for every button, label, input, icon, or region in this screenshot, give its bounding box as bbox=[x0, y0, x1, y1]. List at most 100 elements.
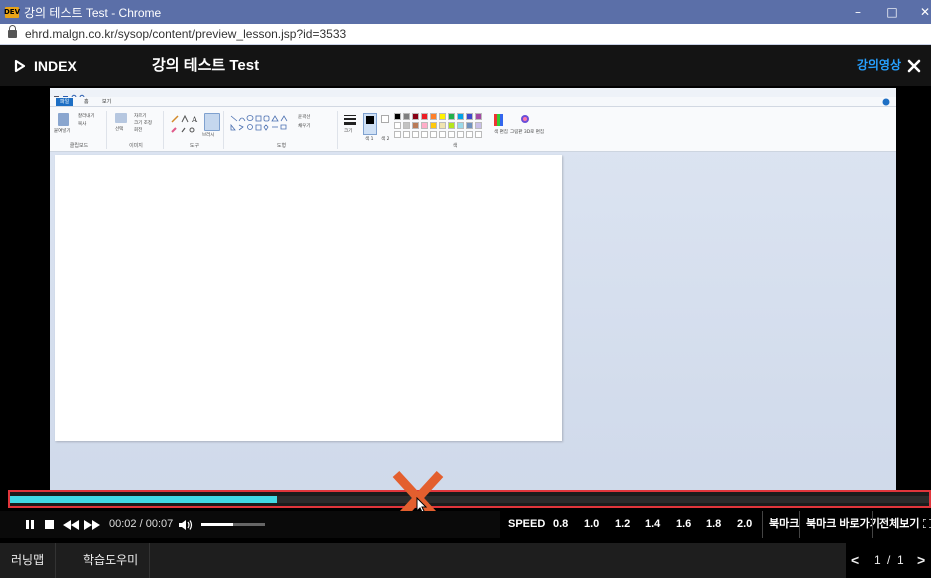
ribbon-group-clipboard: 붙여넣기 잘라내기 복사 클립보드 bbox=[52, 111, 107, 149]
maximize-button[interactable]: □ bbox=[877, 0, 907, 24]
video-area[interactable]: 파일 홈 보기 붙여넣기 잘라내기 복사 클립보드 선택 자르기 크기 조정 회… bbox=[0, 86, 931, 511]
edit-colors-label: 색 편집 bbox=[494, 130, 508, 135]
color-swatch bbox=[448, 122, 455, 129]
paint3d-label: 그림판 3D로 편집 bbox=[510, 130, 545, 135]
page-separator: / bbox=[887, 553, 891, 567]
next-page-button[interactable]: > bbox=[917, 543, 925, 578]
color-swatch bbox=[412, 113, 419, 120]
speed-option-1-6[interactable]: 1.6 bbox=[676, 511, 691, 538]
rotate-label: 회전 bbox=[134, 128, 143, 133]
ribbon-label-shapes: 도형 bbox=[276, 143, 287, 149]
color2-swatch bbox=[381, 115, 389, 123]
index-label: INDEX bbox=[34, 57, 77, 74]
ribbon-group-size: 크기 bbox=[340, 111, 360, 149]
paste-label: 붙여넣기 bbox=[54, 129, 71, 134]
color-swatch bbox=[403, 131, 410, 138]
size-label: 크기 bbox=[344, 129, 353, 134]
color-swatch bbox=[448, 113, 455, 120]
color-swatch bbox=[394, 113, 401, 120]
player-controls: 00:02 / 00:07 SPEED 0.8 1.0 1.2 1.4 1.6 … bbox=[0, 511, 931, 538]
color1-label: 색 1 bbox=[365, 137, 374, 142]
color-swatch bbox=[466, 113, 473, 120]
ribbon-group-image: 선택 자르기 크기 조정 회전 이미지 bbox=[109, 111, 164, 149]
dev-badge: DEV bbox=[4, 6, 21, 18]
brush-icon bbox=[204, 113, 220, 131]
color-swatch bbox=[421, 122, 428, 129]
lesson-title: 강의 테스트 Test bbox=[152, 57, 260, 74]
help-icon bbox=[882, 98, 890, 106]
paint-tab-file: 파일 bbox=[56, 98, 74, 106]
stop-button[interactable] bbox=[42, 511, 56, 538]
volume-fill bbox=[201, 523, 233, 526]
lecture-video-tab[interactable]: 강의영상 bbox=[857, 45, 901, 86]
fullscreen-label: 전체보기 bbox=[879, 518, 920, 530]
speed-option-1-2[interactable]: 1.2 bbox=[615, 511, 630, 538]
color1-button bbox=[363, 113, 377, 135]
color-swatch bbox=[466, 131, 473, 138]
color-swatch bbox=[394, 131, 401, 138]
index-button[interactable]: INDEX bbox=[14, 45, 77, 86]
copy-label: 복사 bbox=[78, 122, 87, 127]
page-navigator: < 1 / 1 > bbox=[846, 543, 931, 578]
rewind-icon bbox=[63, 519, 79, 530]
time-current: 00:02 bbox=[109, 518, 137, 530]
minimize-button[interactable]: – bbox=[843, 0, 873, 24]
forward-button[interactable] bbox=[83, 511, 101, 538]
player-close-button[interactable] bbox=[905, 45, 923, 86]
study-help-button[interactable]: 학습도우미 bbox=[72, 543, 151, 578]
crop-label: 자르기 bbox=[134, 114, 147, 119]
paste-icon bbox=[58, 113, 69, 126]
color-swatch bbox=[430, 113, 437, 120]
ribbon-label-colors: 색 bbox=[452, 143, 458, 149]
pause-button[interactable] bbox=[22, 511, 38, 538]
volume-icon bbox=[179, 519, 193, 530]
learning-map-button[interactable]: 러닝맵 bbox=[0, 543, 57, 578]
lock-icon bbox=[8, 25, 17, 38]
time-total: 00:07 bbox=[145, 518, 174, 530]
speed-option-1-4[interactable]: 1.4 bbox=[645, 511, 660, 538]
address-bar[interactable]: ehrd.malgn.co.kr/sysop/content/preview_l… bbox=[0, 24, 931, 45]
outline-label: 윤곽선 bbox=[298, 115, 311, 120]
color-swatch bbox=[439, 113, 446, 120]
video-progress-bar[interactable] bbox=[8, 490, 931, 508]
color-swatch bbox=[466, 122, 473, 129]
resize-label: 크기 조정 bbox=[134, 121, 152, 126]
paint-app-frame: 파일 홈 보기 붙여넣기 잘라내기 복사 클립보드 선택 자르기 크기 조정 회… bbox=[50, 88, 896, 508]
page-current: 1 bbox=[874, 553, 881, 567]
fill-label: 채우기 bbox=[298, 124, 311, 129]
paint-quick-access bbox=[50, 88, 896, 101]
browser-titlebar: DEV 강의 테스트 Test - Chrome – □ ✕ bbox=[0, 0, 931, 24]
speed-bookmark-bar: SPEED 0.8 1.0 1.2 1.4 1.6 1.8 2.0 북마크 북마… bbox=[500, 511, 931, 538]
window-close-button[interactable]: ✕ bbox=[910, 0, 931, 24]
speed-option-1-8[interactable]: 1.8 bbox=[706, 511, 721, 538]
volume-button[interactable] bbox=[178, 511, 196, 538]
brush-label: 브러시 bbox=[202, 133, 215, 138]
play-outline-icon bbox=[14, 59, 26, 72]
color-swatch bbox=[457, 131, 464, 138]
app-root: DEV 강의 테스트 Test - Chrome – □ ✕ ehrd.malg… bbox=[0, 0, 931, 578]
stop-icon bbox=[44, 520, 54, 529]
paint-canvas bbox=[55, 155, 562, 441]
size-icon bbox=[344, 115, 356, 125]
player-header: INDEX 강의 테스트 Test 강의영상 bbox=[0, 45, 931, 86]
url-text[interactable]: ehrd.malgn.co.kr/sysop/content/preview_l… bbox=[25, 27, 346, 41]
speed-option-0-8[interactable]: 0.8 bbox=[553, 511, 568, 538]
tools-icons: A bbox=[171, 114, 198, 133]
color-swatch bbox=[421, 113, 428, 120]
progress-fill bbox=[10, 496, 277, 503]
paint-tab-home: 홈 bbox=[84, 99, 89, 105]
color-swatch bbox=[394, 122, 401, 129]
color-swatch bbox=[448, 131, 455, 138]
page-total: 1 bbox=[897, 553, 904, 567]
ribbon-group-tools: A 브러시 도구 bbox=[166, 111, 224, 149]
rewind-button[interactable] bbox=[62, 511, 80, 538]
select-icon bbox=[115, 113, 127, 123]
fullscreen-icon bbox=[921, 518, 931, 529]
fullscreen-button[interactable]: 전체보기 bbox=[872, 511, 931, 538]
prev-page-button[interactable]: < bbox=[851, 543, 859, 578]
volume-slider[interactable] bbox=[201, 523, 265, 526]
ribbon-label-clipboard: 클립보드 bbox=[69, 143, 89, 149]
speed-option-1-0[interactable]: 1.0 bbox=[584, 511, 599, 538]
window-title: 강의 테스트 Test - Chrome bbox=[24, 5, 162, 20]
speed-option-2-0[interactable]: 2.0 bbox=[737, 511, 752, 538]
